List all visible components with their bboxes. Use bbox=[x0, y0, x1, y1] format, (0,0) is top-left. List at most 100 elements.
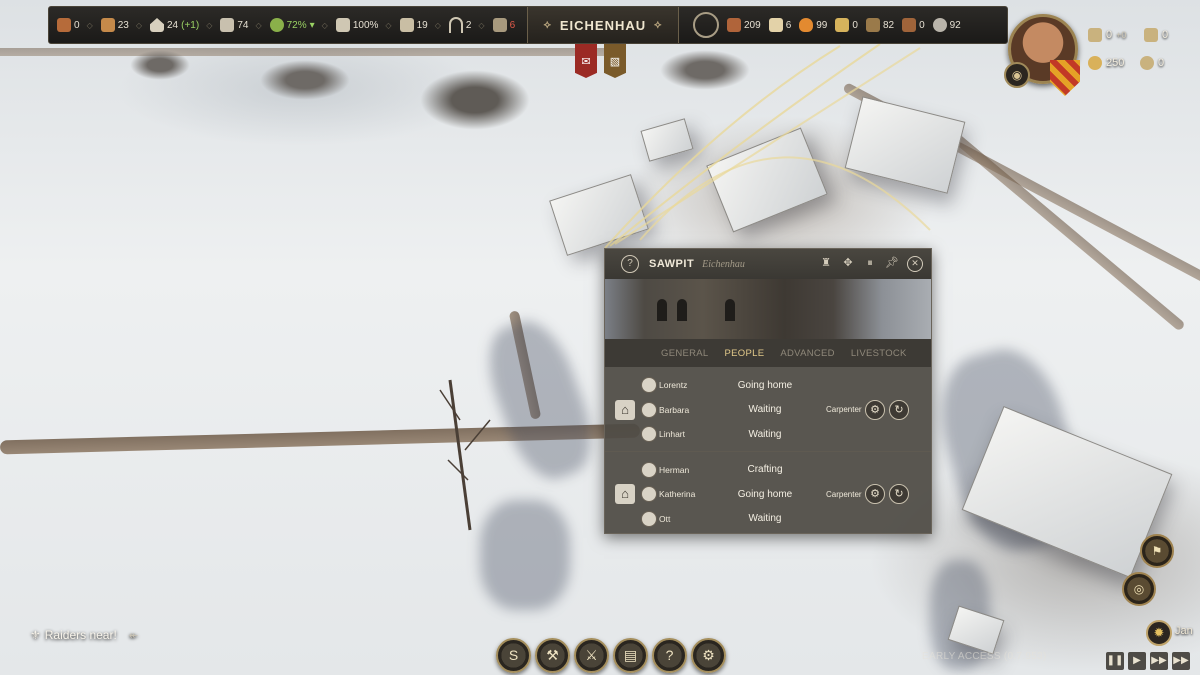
build-hammer-icon[interactable]: ⚒ bbox=[535, 638, 570, 673]
season-sun-icon[interactable]: ✹ bbox=[1146, 620, 1172, 646]
roads-icon[interactable]: S bbox=[496, 638, 531, 673]
person-avatar-icon bbox=[641, 426, 657, 443]
bare-tree bbox=[260, 60, 350, 100]
wagon-icon bbox=[399, 18, 414, 32]
move-icon[interactable]: ✥ bbox=[841, 256, 855, 270]
house-icon bbox=[150, 18, 164, 32]
reassign-cycle-icon[interactable]: ↻ bbox=[889, 399, 909, 420]
raiders-arrow-icon[interactable]: ↞ bbox=[129, 629, 138, 642]
resource-horses[interactable]: 2 ◇ bbox=[448, 17, 485, 33]
resource-wheat[interactable]: 0 bbox=[835, 18, 858, 32]
raiders-notification[interactable]: ⚜ Raiders near! ↞ bbox=[30, 628, 138, 642]
banner-red-icon[interactable]: ✉ bbox=[575, 44, 597, 78]
resource-wood[interactable]: 82 bbox=[865, 18, 894, 32]
chess-piece-icon[interactable]: ♜ bbox=[819, 256, 833, 270]
panel-subtitle: Eichenhau bbox=[702, 258, 745, 270]
resource-stone[interactable]: 92 bbox=[932, 18, 961, 32]
panel-tabs: GENERAL PEOPLE ADVANCED LIVESTOCK bbox=[605, 339, 931, 367]
approval-icon bbox=[269, 18, 284, 32]
resource-approval[interactable]: 72% ▾ ◇ bbox=[269, 18, 328, 32]
resource-scales[interactable]: 100% ◇ bbox=[335, 18, 392, 32]
tab-general[interactable]: GENERAL bbox=[661, 348, 709, 359]
military-swords-icon[interactable]: ⚔ bbox=[574, 638, 609, 673]
season-dial[interactable] bbox=[693, 12, 719, 38]
resource-wagons[interactable]: 19 ◇ bbox=[399, 18, 441, 32]
help-icon[interactable]: ? bbox=[652, 638, 687, 673]
worker-name: Linhart bbox=[659, 429, 685, 440]
panel-header[interactable]: ? SAWPIT Eichenhau ♜ ✥ ⏸ 📌︎ ✕ bbox=[605, 249, 931, 279]
resource-tools[interactable]: 23 ◇ bbox=[100, 18, 142, 32]
barrel-icon bbox=[492, 18, 507, 32]
pin-icon[interactable]: 📌︎ bbox=[885, 256, 899, 270]
logs-icon bbox=[57, 18, 71, 32]
tab-advanced[interactable]: ADVANCED bbox=[780, 348, 834, 359]
planks-icon bbox=[768, 18, 783, 32]
fastest-forward-icon[interactable]: ▶▶ bbox=[1172, 652, 1190, 670]
top-resource-bar: 0 ◇ 23 ◇ 24 (+1) ◇ 74 ◇ 72% ▾ ◇ 100% ◇ 19 ◇ 2 ◇ 6 … bbox=[48, 6, 1008, 44]
person-avatar-icon bbox=[641, 401, 657, 418]
game-speed-controls: ❚❚ ▶ ▶▶ ▶▶ bbox=[1106, 652, 1190, 670]
horseshoe-icon bbox=[448, 17, 463, 33]
resource-logs[interactable]: 0 ◇ bbox=[57, 18, 93, 32]
eye-icon[interactable]: ◉ bbox=[1004, 62, 1030, 88]
supply-route-lines bbox=[439, 43, 931, 531]
gear-icon[interactable]: ⚙ bbox=[865, 399, 885, 420]
settings-gear-icon[interactable]: ⚙ bbox=[691, 638, 726, 673]
reassign-cycle-icon[interactable]: ↻ bbox=[889, 484, 909, 505]
season-dial-icon bbox=[693, 12, 719, 38]
worker-row[interactable]: Lorentz Going home bbox=[605, 373, 931, 398]
settlement-name-plate[interactable]: ⟡ EICHENHAU ⟡ bbox=[527, 7, 679, 43]
banner-crate-icon[interactable]: ▧ bbox=[604, 44, 626, 78]
close-icon[interactable]: ✕ bbox=[907, 256, 923, 272]
fast-forward-icon[interactable]: ▶▶ bbox=[1150, 652, 1168, 670]
worker-name: Katherina bbox=[659, 489, 696, 500]
worker-row[interactable]: ⌂ Katherina Going home Carpenter ⚙ ↻ bbox=[605, 482, 931, 507]
tab-people[interactable]: PEOPLE bbox=[725, 348, 765, 359]
worker-status: Crafting bbox=[747, 464, 783, 476]
population-icon bbox=[220, 18, 235, 32]
bare-tree bbox=[420, 70, 530, 130]
storage-resources: 209 6 99 0 82 0 92 bbox=[685, 7, 961, 43]
resource-barrels[interactable]: 6 bbox=[492, 18, 515, 32]
troops-stat[interactable]: 0 bbox=[1144, 28, 1168, 42]
home-icon[interactable]: ⌂ bbox=[615, 399, 635, 420]
current-month: Jan bbox=[1175, 625, 1193, 637]
crate-icon bbox=[902, 18, 917, 32]
tab-livestock[interactable]: LIVESTOCK bbox=[851, 348, 907, 359]
map-icon[interactable]: ▤ bbox=[613, 638, 648, 673]
worker-row[interactable]: ⌂ Barbara Waiting Carpenter ⚙ ↻ bbox=[605, 398, 931, 423]
resource-crates[interactable]: 0 bbox=[902, 18, 925, 32]
gold-purse-icon bbox=[1088, 56, 1102, 70]
resource-planks[interactable]: 6 bbox=[768, 18, 791, 32]
stone-icon bbox=[932, 18, 947, 32]
bare-tree bbox=[130, 50, 190, 80]
renown-stat[interactable]: 0 bbox=[1140, 56, 1164, 70]
help-icon[interactable]: ? bbox=[621, 255, 639, 273]
worker-row[interactable]: Herman Crafting bbox=[605, 458, 931, 483]
wealth-stat[interactable]: 250 bbox=[1088, 56, 1124, 70]
main-toolbar: S ⚒ ⚔ ▤ ? ⚙ bbox=[496, 638, 726, 673]
map-overview-icon[interactable]: ⚑ bbox=[1140, 534, 1174, 568]
pause-icon[interactable]: ⏸ bbox=[863, 256, 877, 270]
wood-icon bbox=[865, 18, 880, 32]
resource-fire[interactable]: 99 bbox=[799, 18, 827, 32]
resource-housing[interactable]: 24 (+1) ◇ bbox=[150, 18, 212, 32]
map-layers-icon[interactable]: ◎ bbox=[1122, 572, 1156, 606]
worker-status: Waiting bbox=[748, 513, 782, 525]
home-icon[interactable]: ⌂ bbox=[615, 484, 635, 505]
influence-stat[interactable]: 0 +0 bbox=[1088, 28, 1126, 42]
worker-row[interactable]: Ott Waiting bbox=[605, 507, 931, 532]
game-world-view[interactable] bbox=[0, 0, 1200, 675]
early-access-label: EARLY ACCESS (0.7.953) bbox=[922, 651, 1047, 662]
scales-icon bbox=[335, 18, 350, 32]
resource-population[interactable]: 74 ◇ bbox=[220, 18, 262, 32]
gear-icon[interactable]: ⚙ bbox=[865, 484, 885, 505]
pause-icon[interactable]: ❚❚ bbox=[1106, 652, 1124, 670]
building-preview-image bbox=[605, 279, 931, 339]
person-avatar-icon bbox=[641, 377, 657, 394]
play-icon[interactable]: ▶ bbox=[1128, 652, 1146, 670]
worker-row[interactable]: Linhart Waiting bbox=[605, 422, 931, 447]
worker-status: Going home bbox=[737, 488, 793, 500]
settlement-name: EICHENHAU bbox=[559, 17, 647, 33]
resource-firewood[interactable]: 209 bbox=[727, 18, 761, 32]
